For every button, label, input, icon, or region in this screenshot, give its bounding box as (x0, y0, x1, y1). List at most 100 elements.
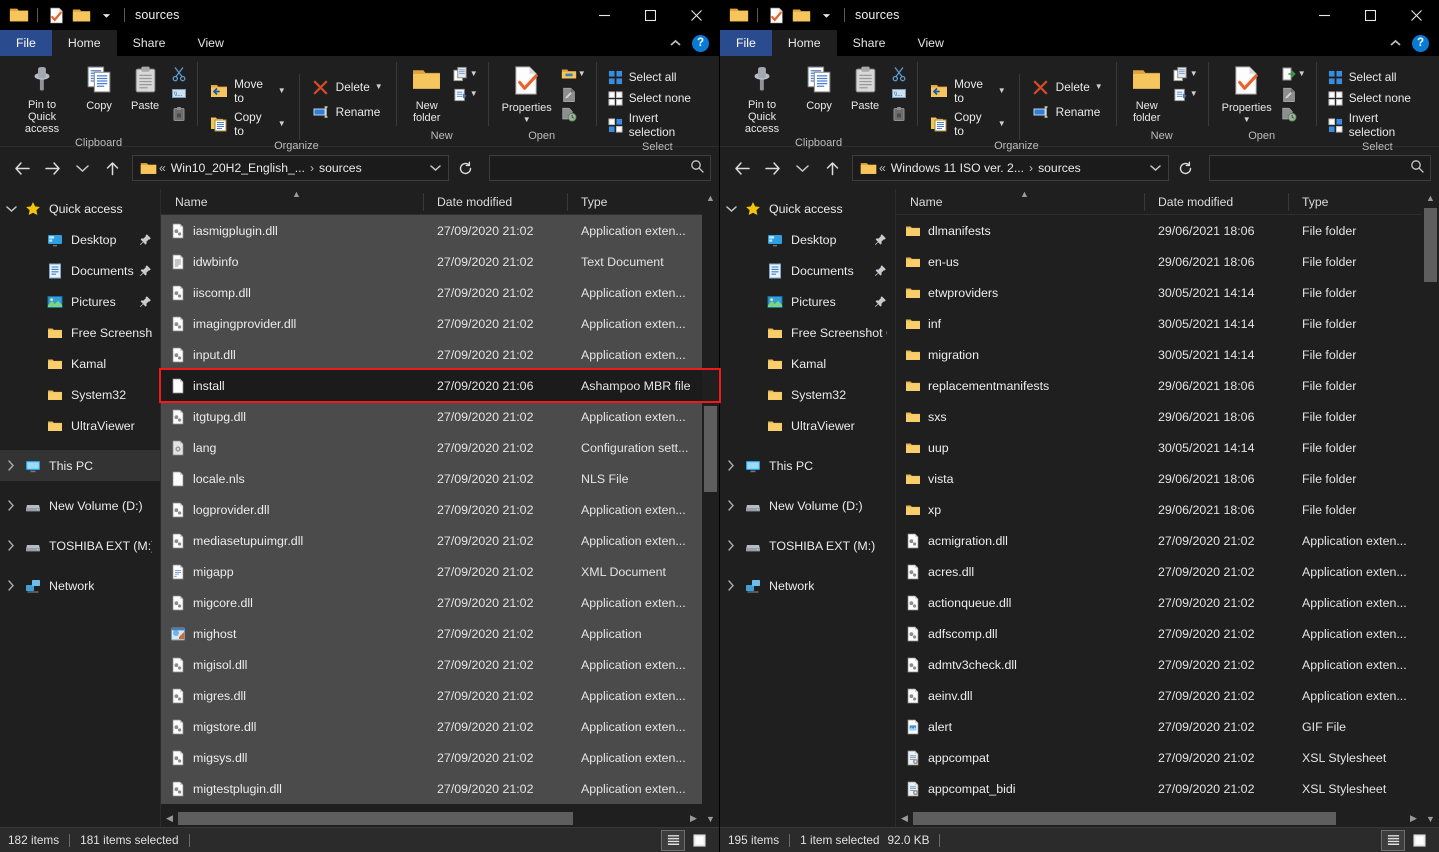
new-folder-icon[interactable] (70, 4, 92, 26)
history-button[interactable] (559, 105, 588, 123)
up-button[interactable] (818, 154, 846, 182)
table-row[interactable]: input.dll 27/09/2020 21:02 Application e… (161, 339, 702, 370)
invert-selection-button[interactable]: Invert selection (605, 109, 711, 141)
minimize-button[interactable] (1301, 0, 1347, 30)
tab-view[interactable]: View (901, 30, 959, 56)
copy-path-button[interactable]: \\... (889, 85, 909, 103)
table-row[interactable]: migres.dll 27/09/2020 21:02 Application … (161, 680, 702, 711)
breadcrumb-item-1[interactable]: sources (1035, 161, 1084, 175)
move-to-button[interactable]: Move to ▼ (206, 75, 291, 107)
table-row[interactable]: aeinv.dll 27/09/2020 21:02 Application e… (896, 680, 1422, 711)
sidebar-item-this-pc[interactable]: This PC (720, 450, 895, 481)
breadcrumb[interactable]: « Win10_20H2_English_... › sources (132, 155, 449, 181)
sidebar-item-quick-access[interactable]: Quick access (0, 193, 160, 224)
breadcrumb[interactable]: « Windows 11 ISO ver. 2... › sources (852, 155, 1169, 181)
column-header-name[interactable]: Name ▲ (896, 189, 1144, 215)
open-with-button[interactable]: ▼ (559, 65, 588, 83)
sidebar-item-desktop[interactable]: Desktop (0, 224, 160, 255)
select-all-button[interactable]: Select all (1325, 67, 1431, 87)
close-button[interactable] (1393, 0, 1439, 30)
sidebar-item-pictures[interactable]: Pictures (0, 286, 160, 317)
maximize-button[interactable] (627, 0, 673, 30)
table-row[interactable]: uup 30/05/2021 14:14 File folder (896, 432, 1422, 463)
collapse-ribbon-icon[interactable] (666, 34, 684, 52)
delete-button[interactable]: Delete ▼ (308, 75, 388, 99)
sidebar-item-ultraviewer[interactable]: UltraViewer (0, 410, 160, 441)
move-to-button[interactable]: Move to ▼ (926, 75, 1011, 107)
history-button[interactable] (1279, 105, 1308, 123)
expander-icon[interactable] (720, 205, 742, 213)
table-row[interactable]: migtestplugin.dll 27/09/2020 21:02 Appli… (161, 773, 702, 804)
horizontal-scrollbar[interactable]: ◀ ▶ (161, 810, 702, 827)
v-scroll-track[interactable] (1422, 206, 1439, 810)
table-row[interactable]: vista 29/06/2021 18:06 File folder (896, 463, 1422, 494)
sidebar-item-quick-access[interactable]: Quick access (720, 193, 895, 224)
table-row[interactable]: mighost 27/09/2020 21:02 Application (161, 618, 702, 649)
breadcrumb-dropdown-icon[interactable] (422, 156, 448, 180)
scroll-right-icon[interactable]: ▶ (1405, 810, 1422, 827)
scroll-left-icon[interactable]: ◀ (161, 810, 178, 827)
edit-button[interactable] (1279, 85, 1308, 103)
search-input[interactable] (1216, 161, 1410, 175)
h-scroll-thumb[interactable] (913, 812, 1337, 825)
sidebar-item-ultraviewer[interactable]: UltraViewer (720, 410, 895, 441)
copy-button[interactable]: Copy (77, 62, 121, 114)
select-none-button[interactable]: Select none (605, 88, 711, 108)
table-row[interactable]: appcompat_bidi 27/09/2020 21:02 XSL Styl… (896, 773, 1422, 804)
table-row[interactable]: iiscomp.dll 27/09/2020 21:02 Application… (161, 277, 702, 308)
sidebar-item-free-screenshot-ca[interactable]: Free Screenshot Ca (0, 317, 160, 348)
copy-to-button[interactable]: Copy to ▼ (926, 108, 1011, 140)
table-row[interactable]: mediasetupuimgr.dll 27/09/2020 21:02 App… (161, 525, 702, 556)
refresh-button[interactable] (451, 156, 479, 180)
tab-share[interactable]: Share (837, 30, 902, 56)
table-row[interactable]: itgtupg.dll 27/09/2020 21:02 Application… (161, 401, 702, 432)
table-row[interactable]: install 27/09/2020 21:06 Ashampoo MBR fi… (161, 370, 702, 401)
folder-icon[interactable] (8, 4, 30, 26)
refresh-button[interactable] (1171, 156, 1199, 180)
chevron-down-icon[interactable] (815, 4, 837, 26)
pin-icon[interactable] (873, 295, 887, 309)
table-row[interactable]: migsys.dll 27/09/2020 21:02 Application … (161, 742, 702, 773)
expander-icon[interactable] (0, 205, 22, 213)
new-item-button[interactable]: ▼ (1171, 65, 1200, 83)
v-scroll-track[interactable] (702, 206, 719, 810)
recent-locations-button[interactable] (68, 154, 96, 182)
scroll-left-icon[interactable]: ◀ (896, 810, 913, 827)
breadcrumb-item-1[interactable]: sources (316, 161, 365, 175)
table-row[interactable]: alert 27/09/2020 21:02 GIF File (896, 711, 1422, 742)
horizontal-scrollbar[interactable]: ◀ ▶ (896, 810, 1422, 827)
forward-button[interactable] (38, 154, 66, 182)
properties-button[interactable]: Properties ▼ (1217, 62, 1277, 126)
breadcrumb-item-0[interactable]: Win10_20H2_English_... (168, 161, 308, 175)
sidebar-item-desktop[interactable]: Desktop (720, 224, 895, 255)
large-icons-view-button[interactable] (687, 830, 711, 851)
sidebar-item-network[interactable]: Network (0, 570, 160, 601)
search-box[interactable] (489, 155, 711, 181)
edit-button[interactable] (559, 85, 588, 103)
v-scroll-thumb[interactable] (1424, 208, 1437, 282)
search-input[interactable] (496, 161, 690, 175)
table-row[interactable]: locale.nls 27/09/2020 21:02 NLS File (161, 463, 702, 494)
table-row[interactable]: en-us 29/06/2021 18:06 File folder (896, 246, 1422, 277)
table-row[interactable]: logprovider.dll 27/09/2020 21:02 Applica… (161, 494, 702, 525)
pin-icon[interactable] (873, 233, 887, 247)
details-view-button[interactable] (661, 829, 685, 851)
minimize-button[interactable] (581, 0, 627, 30)
pin-to-quick-access-button[interactable]: Pin to Quick access (729, 62, 795, 137)
table-row[interactable]: admtv3check.dll 27/09/2020 21:02 Applica… (896, 649, 1422, 680)
pin-to-quick-access-button[interactable]: Pin to Quick access (9, 62, 75, 137)
breadcrumb-item-0[interactable]: Windows 11 ISO ver. 2... (888, 161, 1027, 175)
folder-icon[interactable] (728, 4, 750, 26)
search-icon[interactable] (1410, 159, 1424, 178)
scroll-down-icon[interactable]: ▼ (1422, 810, 1439, 827)
expander-icon[interactable] (720, 580, 742, 591)
back-button[interactable] (8, 154, 36, 182)
large-icons-view-button[interactable] (1407, 830, 1431, 851)
paste-shortcut-button[interactable] (889, 105, 909, 123)
new-folder-button[interactable]: New folder (405, 62, 449, 126)
table-row[interactable]: imagingprovider.dll 27/09/2020 21:02 App… (161, 308, 702, 339)
chevron-down-icon[interactable] (95, 4, 117, 26)
collapse-ribbon-icon[interactable] (1386, 34, 1404, 52)
sidebar-item-network[interactable]: Network (720, 570, 895, 601)
tab-home[interactable]: Home (771, 30, 837, 56)
